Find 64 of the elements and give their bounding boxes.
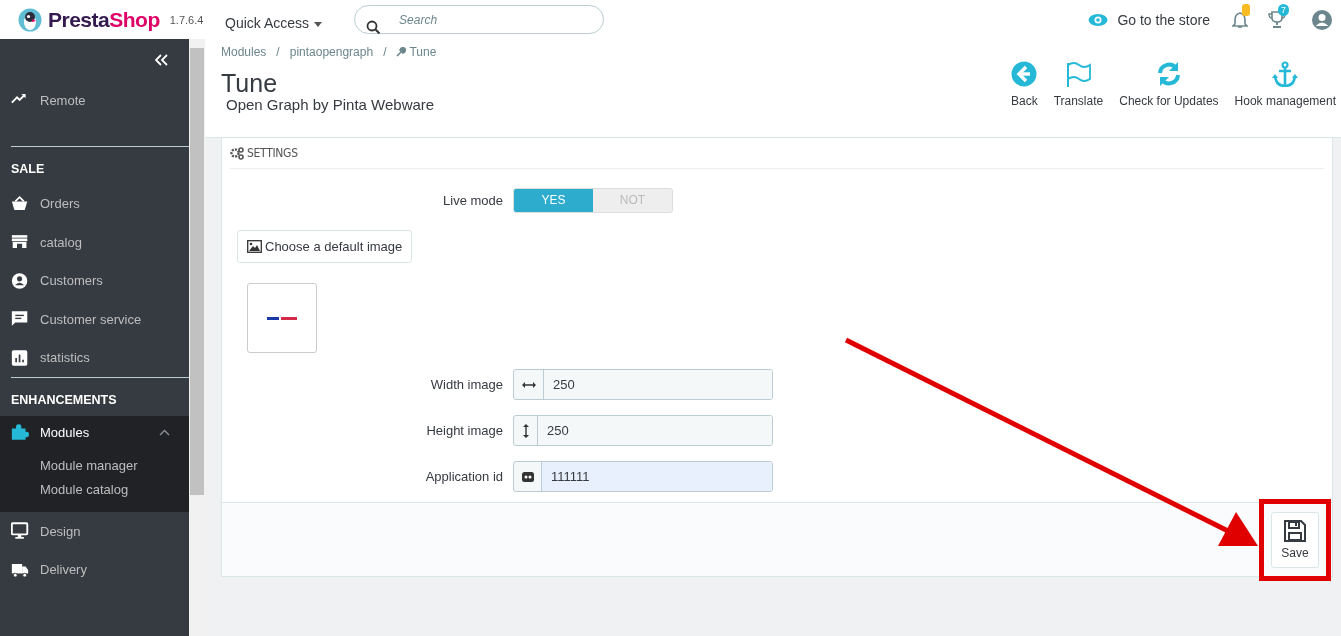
account-icon: [1312, 9, 1332, 30]
section-heading: SALE: [10, 160, 46, 178]
notification-badge: [1242, 3, 1250, 16]
sidebar-item[interactable]: catalog: [0, 223, 189, 262]
page-title: Tune: [221, 70, 279, 96]
panel-heading: SETTINGS: [247, 146, 298, 160]
text-field[interactable]: 111111: [513, 461, 773, 492]
toolbar-button[interactable]: Hook management: [1233, 61, 1337, 137]
text-field[interactable]: 250: [513, 415, 773, 446]
badge-icon: [522, 471, 534, 482]
choose-image-button[interactable]: Choose a default image: [237, 230, 413, 263]
page-subtitle: Open Graph by Pinta Webware: [226, 96, 436, 113]
user-icon: [11, 271, 29, 290]
toolbar-button[interactable]: Translate: [1052, 61, 1105, 137]
quick-access-menu[interactable]: Quick Access: [225, 14, 323, 31]
eye-icon: [1088, 12, 1109, 27]
breadcrumb-current: Tune: [396, 45, 437, 59]
breadcrumb-link[interactable]: pintaopengraph: [289, 45, 374, 59]
toolbar-button[interactable]: Check for Updates: [1118, 61, 1220, 137]
sidebar-item[interactable]: statistics: [0, 338, 189, 377]
basket-icon: [11, 194, 29, 213]
breadcrumb-separator: /: [276, 45, 280, 59]
store-link[interactable]: Go to the store: [1088, 11, 1210, 28]
field-label: Height image: [425, 423, 503, 438]
back-icon: [1011, 61, 1038, 87]
sidebar-item[interactable]: Remote: [0, 81, 189, 120]
logo-text: PrestaShop: [48, 7, 160, 32]
section-heading: ENHANCEMENTS: [10, 392, 118, 409]
refresh-icon: [1155, 61, 1182, 87]
field-label: Width image: [429, 377, 503, 392]
toolbar-button[interactable]: Back: [1009, 61, 1039, 137]
puzzle-icon: [11, 423, 29, 441]
gears-icon: [230, 146, 244, 160]
sidebar-item[interactable]: Design: [0, 512, 189, 551]
caret-icon: [314, 22, 323, 27]
image-icon: [247, 240, 262, 253]
sidebar-item[interactable]: Customer service: [0, 300, 189, 339]
penguin-logo-icon: [18, 7, 42, 32]
submenu-item[interactable]: Module manager: [40, 454, 189, 478]
vertical-arrows-icon: [522, 423, 530, 438]
sidebar-item[interactable]: Modules: [0, 416, 189, 448]
submenu-item[interactable]: Module catalog: [40, 478, 189, 502]
sidebar-item[interactable]: Delivery: [0, 550, 189, 589]
collapse-icon: [155, 54, 168, 66]
wrench-icon: [396, 47, 407, 57]
text-field[interactable]: 250: [513, 369, 773, 400]
bell-icon: [1232, 10, 1248, 29]
count-badge: 7: [1278, 3, 1289, 16]
field-label: Application id: [424, 469, 503, 484]
field-label: Live mode: [442, 193, 503, 208]
chart-icon: [11, 348, 29, 367]
logo-thumbnail-drawing: [267, 316, 297, 320]
breadcrumb-link[interactable]: Modules: [221, 45, 267, 59]
sidebar-item[interactable]: Customers: [0, 261, 189, 300]
anchor-icon: [1272, 61, 1299, 87]
sidebar-item[interactable]: Orders: [0, 184, 189, 223]
flag-icon: [1065, 61, 1092, 87]
horizontal-arrows-icon: [522, 380, 536, 389]
search-field[interactable]: Search: [354, 5, 605, 34]
version-label: 1.7.6.4: [169, 13, 204, 26]
monitor-icon: [11, 522, 29, 541]
chevron-icon: [159, 428, 170, 436]
save-button[interactable]: Save: [1271, 511, 1319, 568]
breadcrumb-separator: /: [383, 45, 387, 59]
